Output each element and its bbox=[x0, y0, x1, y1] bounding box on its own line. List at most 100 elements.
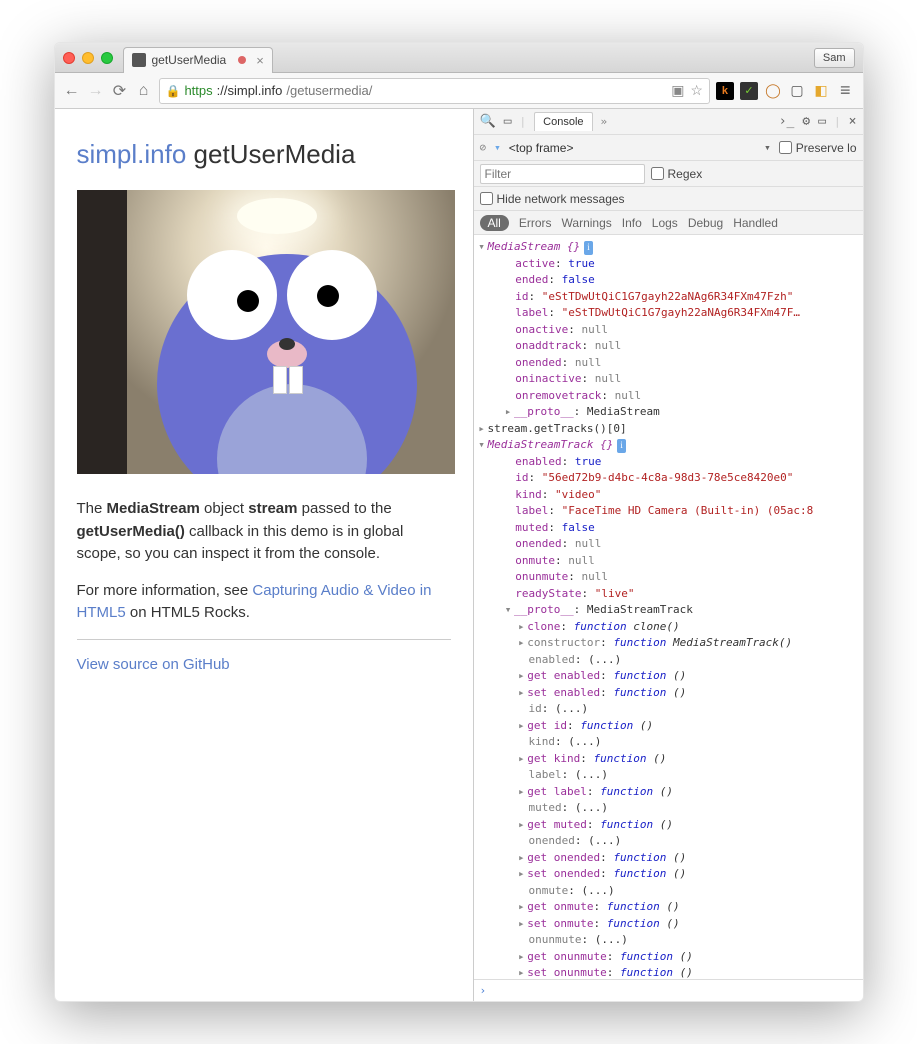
filter-input[interactable] bbox=[480, 164, 645, 184]
console-line[interactable]: id: "eStTDwUtQiC1G7gayh22aNAg6R34FXm47Fz… bbox=[476, 289, 863, 306]
console-line[interactable]: enabled: true bbox=[476, 454, 863, 471]
extension-cast-icon[interactable]: ▢ bbox=[788, 82, 806, 100]
close-window-button[interactable] bbox=[63, 52, 75, 64]
console-line[interactable]: onunmute: null bbox=[476, 569, 863, 586]
console-line[interactable]: onunmute: (...) bbox=[476, 932, 863, 949]
console-line[interactable]: ▸constructor: function MediaStreamTrack(… bbox=[476, 635, 863, 652]
console-line[interactable]: ▸get onunmute: function () bbox=[476, 949, 863, 966]
view-source-link[interactable]: View source on GitHub bbox=[77, 656, 230, 673]
hide-network-checkbox[interactable]: Hide network messages bbox=[480, 192, 625, 206]
console-line[interactable]: ended: false bbox=[476, 272, 863, 289]
back-button[interactable]: ← bbox=[63, 82, 81, 100]
console-line[interactable]: label: "FaceTime HD Camera (Built-in) (0… bbox=[476, 503, 863, 520]
console-line[interactable]: id: "56ed72b9-d4bc-4c8a-98d3-78e5ce8420e… bbox=[476, 470, 863, 487]
extension-k-icon[interactable]: k bbox=[716, 82, 734, 100]
preserve-log-checkbox[interactable]: Preserve lo bbox=[779, 141, 857, 155]
level-warnings[interactable]: Warnings bbox=[562, 216, 612, 230]
zoom-window-button[interactable] bbox=[101, 52, 113, 64]
bookmark-icon[interactable]: ☆ bbox=[690, 82, 703, 99]
console-line[interactable]: ▸get enabled: function () bbox=[476, 668, 863, 685]
devtools-close-button[interactable]: × bbox=[849, 114, 857, 129]
console-line[interactable]: onended: null bbox=[476, 536, 863, 553]
console-line[interactable]: ▸get onmute: function () bbox=[476, 899, 863, 916]
address-bar[interactable]: 🔒 https://simpl.info/getusermedia/ ▣ ☆ bbox=[159, 78, 710, 104]
chrome-menu-button[interactable]: ≡ bbox=[836, 80, 855, 101]
console-line[interactable]: oninactive: null bbox=[476, 371, 863, 388]
console-line[interactable]: muted: false bbox=[476, 520, 863, 537]
devtools-log-levels: All Errors Warnings Info Logs Debug Hand… bbox=[474, 211, 863, 235]
console-line[interactable]: readyState: "live" bbox=[476, 586, 863, 603]
console-line[interactable]: ▾__proto__: MediaStreamTrack bbox=[476, 602, 863, 619]
console-line[interactable]: ▸set onmute: function () bbox=[476, 916, 863, 933]
console-line[interactable]: onmute: (...) bbox=[476, 883, 863, 900]
console-line[interactable]: id: (...) bbox=[476, 701, 863, 718]
browser-tab[interactable]: getUserMedia × bbox=[123, 47, 273, 73]
regex-checkbox[interactable]: Regex bbox=[651, 167, 703, 181]
console-line[interactable]: ▾MediaStreamTrack {}i bbox=[476, 437, 863, 454]
console-line[interactable]: label: (...) bbox=[476, 767, 863, 784]
console-line[interactable]: kind: "video" bbox=[476, 487, 863, 504]
console-output[interactable]: ▾MediaStream {}i active: true ended: fal… bbox=[474, 235, 863, 979]
devtools-tabstrip: 🔍 ▭ | Console » ›_ ⚙ ▭ | × bbox=[474, 109, 863, 135]
console-line[interactable]: onactive: null bbox=[476, 322, 863, 339]
console-line[interactable]: onremovetrack: null bbox=[476, 388, 863, 405]
dock-icon[interactable]: ▭ bbox=[818, 114, 826, 129]
level-debug[interactable]: Debug bbox=[688, 216, 723, 230]
console-prompt[interactable]: › bbox=[474, 979, 863, 1001]
console-line[interactable]: onended: (...) bbox=[476, 833, 863, 850]
devtools-context-bar: ⊘ ▾ <top frame> ▾ Preserve lo bbox=[474, 135, 863, 161]
console-line[interactable]: ▸get id: function () bbox=[476, 718, 863, 735]
console-line[interactable]: ▸set onunmute: function () bbox=[476, 965, 863, 979]
settings-icon[interactable]: ⚙ bbox=[802, 114, 810, 129]
level-handled[interactable]: Handled bbox=[733, 216, 778, 230]
level-logs[interactable]: Logs bbox=[652, 216, 678, 230]
console-line[interactable]: active: true bbox=[476, 256, 863, 273]
console-line[interactable]: muted: (...) bbox=[476, 800, 863, 817]
drawer-toggle-icon[interactable]: ›_ bbox=[779, 114, 795, 129]
frame-dropdown-icon[interactable]: ▾ bbox=[764, 141, 771, 154]
console-line[interactable]: ▸stream.getTracks()[0] bbox=[476, 421, 863, 438]
console-line[interactable]: ▸set onended: function () bbox=[476, 866, 863, 883]
device-toggle-icon[interactable]: ▭ bbox=[504, 114, 512, 129]
close-tab-button[interactable]: × bbox=[256, 53, 264, 68]
camera-permission-icon[interactable]: ▣ bbox=[671, 82, 684, 99]
clear-console-icon[interactable]: ⊘ bbox=[480, 141, 487, 154]
title-link[interactable]: simpl.info bbox=[77, 139, 187, 169]
console-line[interactable]: ▸get label: function () bbox=[476, 784, 863, 801]
profile-button[interactable]: Sam bbox=[814, 48, 855, 68]
forward-button[interactable]: → bbox=[87, 82, 105, 100]
level-all[interactable]: All bbox=[480, 215, 509, 231]
page-title: simpl.info getUserMedia bbox=[77, 135, 451, 174]
console-line[interactable]: ▸get onended: function () bbox=[476, 850, 863, 867]
tabs-overflow-button[interactable]: » bbox=[601, 115, 608, 128]
window-controls bbox=[63, 52, 113, 64]
console-line[interactable]: enabled: (...) bbox=[476, 652, 863, 669]
console-line[interactable]: ▾MediaStream {}i bbox=[476, 239, 863, 256]
console-line[interactable]: ▸get kind: function () bbox=[476, 751, 863, 768]
console-line[interactable]: ▸__proto__: MediaStream bbox=[476, 404, 863, 421]
extension-headphones-icon[interactable]: ◯ bbox=[764, 82, 782, 100]
console-line[interactable]: onended: null bbox=[476, 355, 863, 372]
level-info[interactable]: Info bbox=[622, 216, 642, 230]
console-line[interactable]: onaddtrack: null bbox=[476, 338, 863, 355]
extension-check-icon[interactable]: ✓ bbox=[740, 82, 758, 100]
extension-tag-icon[interactable]: ◧ bbox=[812, 82, 830, 100]
tab-console[interactable]: Console bbox=[534, 112, 592, 131]
console-line[interactable]: label: "eStTDwUtQiC1G7gayh22aNAg6R34FXm4… bbox=[476, 305, 863, 322]
divider bbox=[77, 639, 451, 640]
inspect-icon[interactable]: 🔍 bbox=[480, 114, 496, 129]
console-line[interactable]: kind: (...) bbox=[476, 734, 863, 751]
console-line[interactable]: ▸clone: function clone() bbox=[476, 619, 863, 636]
level-errors[interactable]: Errors bbox=[519, 216, 552, 230]
console-line[interactable]: ▸get muted: function () bbox=[476, 817, 863, 834]
minimize-window-button[interactable] bbox=[82, 52, 94, 64]
console-line[interactable]: ▸set enabled: function () bbox=[476, 685, 863, 702]
url-protocol: https bbox=[184, 83, 212, 98]
console-line[interactable]: onmute: null bbox=[476, 553, 863, 570]
frame-selector[interactable]: <top frame> bbox=[509, 141, 574, 155]
filter-toggle-icon[interactable]: ▾ bbox=[494, 141, 501, 154]
video-preview bbox=[77, 190, 455, 474]
reload-button[interactable]: ⟳ bbox=[111, 81, 129, 101]
extensions: k ✓ ◯ ▢ ◧ bbox=[716, 82, 830, 100]
home-button[interactable]: ⌂ bbox=[135, 82, 153, 100]
